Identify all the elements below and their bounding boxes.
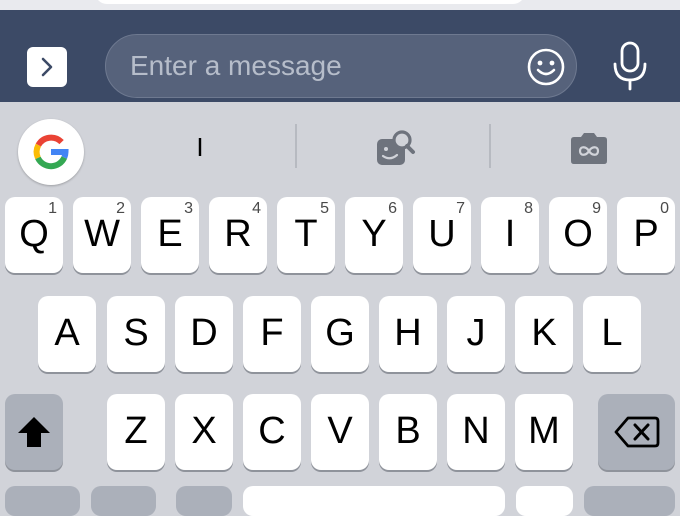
key-label: N [462,410,490,452]
key-number-hint: 0 [660,200,669,217]
key-number-hint: 5 [320,200,329,217]
key-label: H [394,312,422,354]
voice-input-button[interactable] [606,40,654,92]
key-label: X [191,410,217,452]
key-label: L [601,312,623,354]
word-suggestion[interactable]: I [160,132,240,163]
key-a[interactable]: A [38,296,96,372]
key-q[interactable]: Q1 [5,197,63,273]
key-label: M [528,410,560,452]
key-label: C [258,410,286,452]
shift-key[interactable] [5,394,63,470]
suggestion-bar: I [0,102,680,192]
key-label: J [466,312,486,354]
chevron-right-icon [41,57,53,77]
key-number-hint: 7 [456,200,465,217]
space-key[interactable] [243,486,505,516]
key-x[interactable]: X [175,394,233,470]
return-key[interactable] [584,486,675,516]
key-c[interactable]: C [243,394,301,470]
key-u[interactable]: U7 [413,197,471,273]
gif-button[interactable] [568,128,610,170]
key-j[interactable]: J [447,296,505,372]
key-number-hint: 2 [116,200,125,217]
key-number-hint: 3 [184,200,193,217]
key-r[interactable]: R4 [209,197,267,273]
previous-message-bubble [95,0,525,4]
key-n[interactable]: N [447,394,505,470]
suggestion-divider [489,124,491,168]
key-label: D [190,312,218,354]
key-label: S [123,312,149,354]
chat-area-edge [0,0,680,10]
message-input[interactable] [106,35,516,97]
suggestion-divider [295,124,297,168]
gif-camera-icon [571,133,607,164]
expand-button[interactable] [27,47,67,87]
key-label: G [325,312,355,354]
key-e[interactable]: E3 [141,197,199,273]
key-number-hint: 4 [252,200,261,217]
key-m[interactable]: M [515,394,573,470]
key-l[interactable]: L [583,296,641,372]
key-f[interactable]: F [243,296,301,372]
key-y[interactable]: Y6 [345,197,403,273]
key-label: B [395,410,421,452]
key-h[interactable]: H [379,296,437,372]
language-key[interactable] [91,486,156,516]
sticker-search-button[interactable] [374,128,416,170]
key-label: A [54,312,80,354]
google-search-button[interactable] [18,119,84,185]
key-number-hint: 8 [524,200,533,217]
key-b[interactable]: B [379,394,437,470]
key-number-hint: 1 [48,200,57,217]
key-number-hint: 6 [388,200,397,217]
backspace-icon [614,416,659,448]
key-k[interactable]: K [515,296,573,372]
key-d[interactable]: D [175,296,233,372]
key-i[interactable]: I8 [481,197,539,273]
compose-bar [0,10,680,102]
period-key[interactable] [516,486,573,516]
smiley-icon [527,48,565,86]
key-label: V [327,410,353,452]
key-o[interactable]: O9 [549,197,607,273]
key-g[interactable]: G [311,296,369,372]
key-w[interactable]: W2 [73,197,131,273]
key-p[interactable]: P0 [617,197,675,273]
key-t[interactable]: T5 [277,197,335,273]
backspace-key[interactable] [598,394,675,470]
key-s[interactable]: S [107,296,165,372]
key-label: F [260,312,284,354]
numbers-key[interactable] [5,486,80,516]
key-z[interactable]: Z [107,394,165,470]
google-g-logo [33,134,69,170]
microphone-icon [613,41,647,91]
sticker-search-icon [377,130,415,165]
message-field[interactable] [105,34,577,98]
emoji-button[interactable] [526,47,566,87]
shift-icon [18,417,50,447]
key-label: Z [124,410,148,452]
key-label: K [531,312,557,354]
key-v[interactable]: V [311,394,369,470]
key-number-hint: 9 [592,200,601,217]
emoji-key[interactable] [176,486,232,516]
